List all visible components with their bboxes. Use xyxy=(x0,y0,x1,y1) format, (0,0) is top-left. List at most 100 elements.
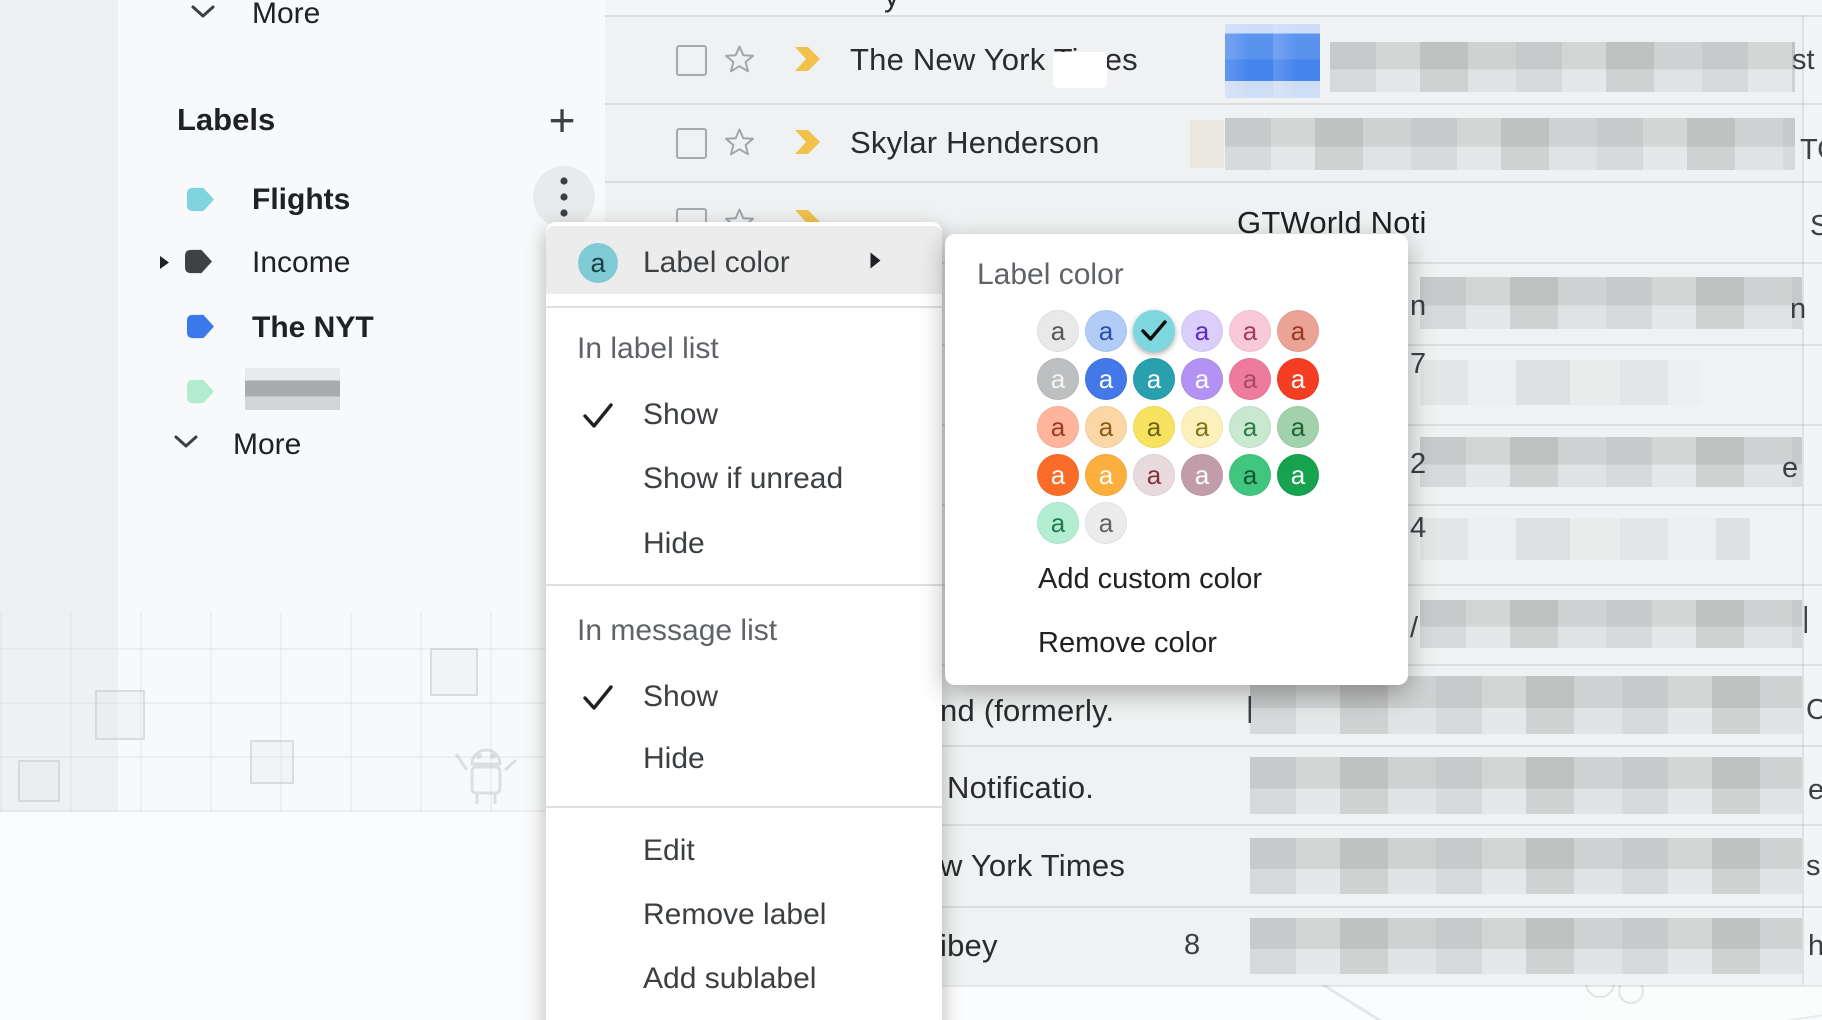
menu-item-edit[interactable]: Edit xyxy=(643,834,695,868)
menu-item-label: Label color xyxy=(643,246,790,280)
redacted-label-chip xyxy=(1225,24,1320,98)
color-swatch[interactable]: a xyxy=(1085,310,1127,352)
circuit-pad xyxy=(18,760,60,802)
label-tag-icon xyxy=(185,186,216,213)
check-icon xyxy=(582,684,614,711)
redacted-label-name[interactable] xyxy=(245,368,340,410)
label-tag-icon xyxy=(185,378,216,405)
importance-marker-icon[interactable] xyxy=(793,128,822,156)
color-swatch[interactable]: a xyxy=(1037,406,1079,448)
sender-fragment[interactable]: w York Times xyxy=(940,848,1125,884)
date-fragment: / xyxy=(1410,612,1418,645)
circuit-pad xyxy=(430,648,478,696)
color-swatch[interactable]: a xyxy=(1037,358,1079,400)
label-options-button[interactable] xyxy=(533,166,595,228)
color-swatch[interactable]: a xyxy=(1181,406,1223,448)
color-swatch[interactable]: a xyxy=(1229,454,1271,496)
edge-fragment: st xyxy=(1792,44,1815,77)
star-icon[interactable] xyxy=(724,127,755,157)
menu-item-add-sublabel[interactable]: Add sublabel xyxy=(643,962,816,996)
label-color-a-icon: a xyxy=(578,243,618,283)
sidebar-item-the-nyt[interactable]: The NYT xyxy=(252,311,374,345)
color-swatch[interactable]: a xyxy=(1277,454,1319,496)
color-swatch[interactable]: a xyxy=(1229,358,1271,400)
sender-fragment[interactable]: Notificatio. xyxy=(947,770,1094,806)
edge-fragment: S xyxy=(1810,210,1822,243)
edge-fragment: s xyxy=(1806,850,1821,883)
color-swatch[interactable]: a xyxy=(1085,406,1127,448)
color-swatch[interactable]: a xyxy=(1181,310,1223,352)
row-checkbox[interactable] xyxy=(676,128,707,159)
date-fragment: 7 xyxy=(1410,348,1426,381)
expander-triangle-icon[interactable] xyxy=(159,255,170,270)
menu-item-show[interactable]: Show xyxy=(643,398,718,432)
date-fragment: 4 xyxy=(1410,512,1426,545)
remove-color-button[interactable]: Remove color xyxy=(1038,627,1217,660)
color-swatch[interactable]: a xyxy=(1037,454,1079,496)
color-swatch[interactable]: a xyxy=(1037,310,1079,352)
color-swatch[interactable]: a xyxy=(1181,454,1223,496)
color-swatch[interactable]: a xyxy=(1085,454,1127,496)
check-icon xyxy=(582,402,614,429)
menu-item-show-message-list[interactable]: Show xyxy=(643,680,718,714)
submenu-arrow-icon xyxy=(869,251,882,270)
sender-name[interactable]: Skylar Henderson xyxy=(850,125,1100,161)
color-swatch[interactable]: a xyxy=(1229,310,1271,352)
color-swatch[interactable]: a xyxy=(1133,358,1175,400)
redacted-chip xyxy=(1053,52,1107,88)
color-swatch[interactable]: a xyxy=(1277,406,1319,448)
sidebar-item-more-top[interactable]: More xyxy=(252,0,320,31)
color-swatch[interactable]: a xyxy=(1229,406,1271,448)
label-tag-icon xyxy=(185,313,216,340)
add-label-button[interactable]: + xyxy=(540,96,584,144)
three-dots-icon xyxy=(560,176,568,218)
sidebar-item-more-bottom[interactable]: More xyxy=(233,428,301,462)
color-swatch[interactable]: a xyxy=(1037,502,1079,544)
menu-item-remove-label[interactable]: Remove label xyxy=(643,898,826,932)
add-custom-color-button[interactable]: Add custom color xyxy=(1038,563,1262,596)
menu-item-label-color[interactable]: a Label color xyxy=(546,226,942,294)
row-divider xyxy=(605,15,1822,17)
color-swatch[interactable]: a xyxy=(1277,310,1319,352)
submenu-title: Label color xyxy=(977,258,1124,292)
color-swatch[interactable]: a xyxy=(1133,454,1175,496)
edge-fragment: TO xyxy=(1800,134,1822,167)
partial-sender-fragment: y xyxy=(884,0,900,14)
star-icon[interactable] xyxy=(724,44,755,74)
menu-item-hide[interactable]: Hide xyxy=(643,527,705,561)
chevron-down-icon[interactable] xyxy=(173,434,199,450)
color-swatch[interactable]: a xyxy=(1085,358,1127,400)
menu-divider xyxy=(546,584,942,586)
circuit-pad xyxy=(95,690,145,740)
label-context-menu: a Label color In label list Show Show if… xyxy=(546,222,942,1020)
edge-fragment: n xyxy=(1790,293,1806,326)
date-fragment: n xyxy=(1410,290,1426,323)
menu-item-show-if-unread[interactable]: Show if unread xyxy=(643,462,843,496)
gmail-screenshot: y The New York Times Skylar Henderson GT… xyxy=(0,0,1822,1020)
importance-marker-icon[interactable] xyxy=(793,45,822,73)
edge-fragment: C xyxy=(1806,694,1822,727)
edge-fragment: h xyxy=(1808,930,1822,963)
color-swatch[interactable]: a xyxy=(1085,502,1127,544)
label-tag-icon xyxy=(183,248,214,275)
chevron-down-icon[interactable] xyxy=(190,4,216,20)
color-swatch[interactable]: a xyxy=(1277,358,1319,400)
sender-fragment[interactable]: nd (formerly. xyxy=(940,693,1114,729)
redacted-text xyxy=(1420,437,1802,487)
redacted-text xyxy=(1420,360,1700,405)
circuit-pad xyxy=(250,740,294,784)
label-color-submenu: Label color a a a a a a a a a a a a a a … xyxy=(945,234,1408,685)
menu-section-header: In label list xyxy=(577,332,719,366)
menu-divider xyxy=(546,806,942,808)
color-swatch-selected[interactable] xyxy=(1133,310,1175,352)
sidebar-item-flights[interactable]: Flights xyxy=(252,183,350,217)
row-checkbox[interactable] xyxy=(676,45,707,76)
check-icon xyxy=(1141,320,1167,342)
row-divider xyxy=(605,181,1822,183)
sender-fragment[interactable]: ibey xyxy=(940,928,998,964)
menu-item-hide-message-list[interactable]: Hide xyxy=(643,742,705,776)
sidebar-item-income[interactable]: Income xyxy=(252,246,350,280)
color-swatch[interactable]: a xyxy=(1181,358,1223,400)
edge-fragment: e xyxy=(1782,452,1798,485)
color-swatch[interactable]: a xyxy=(1133,406,1175,448)
